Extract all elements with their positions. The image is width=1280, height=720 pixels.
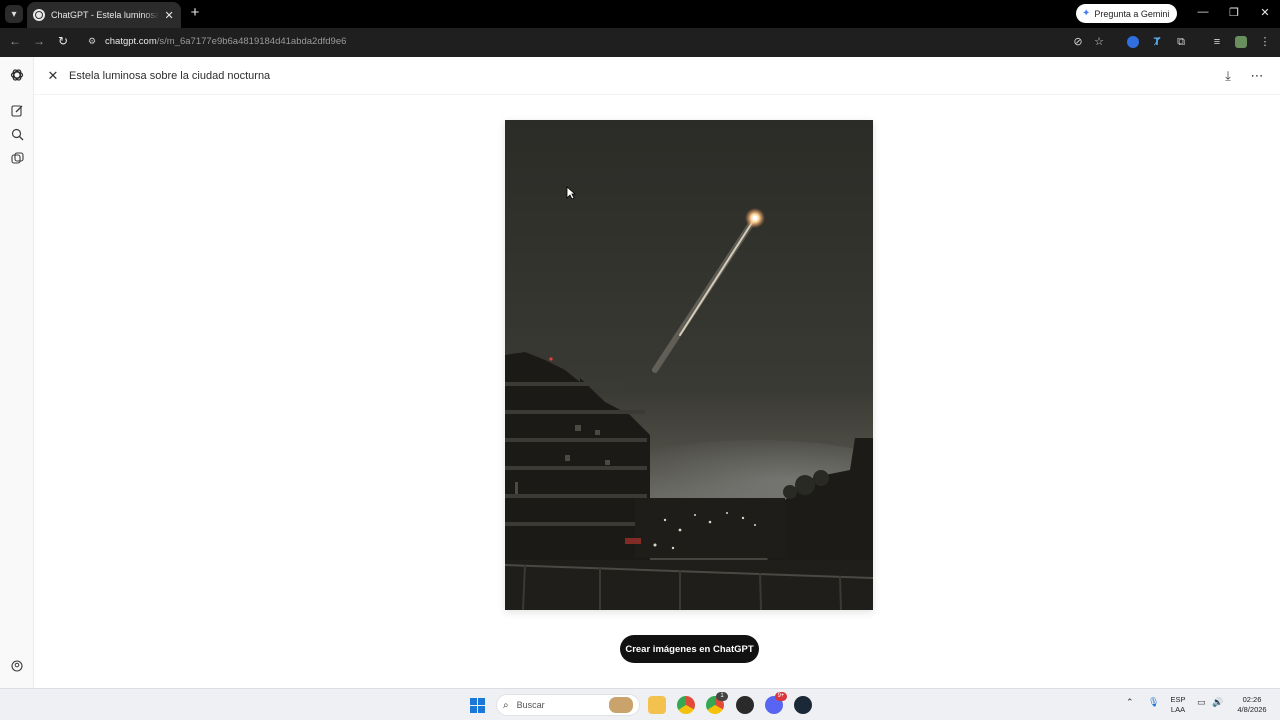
profile-icon[interactable] — [9, 658, 25, 674]
language-top: ESP — [1170, 695, 1186, 704]
chatgpt-favicon-icon — [33, 9, 45, 21]
file-explorer-icon[interactable] — [648, 696, 666, 714]
tab-close-icon[interactable]: ✕ — [163, 9, 175, 22]
ask-gemini-label: Pregunta a Gemini — [1094, 8, 1170, 19]
language-indicator[interactable]: ESP LAA — [1168, 695, 1188, 715]
language-bottom: LAA — [1170, 705, 1186, 714]
clock-time: 02:26 — [1242, 695, 1262, 704]
url-host: chatgpt.com — [105, 36, 157, 47]
search-icon[interactable] — [9, 126, 25, 142]
new-chat-icon[interactable] — [9, 102, 25, 118]
app-dark-icon[interactable] — [736, 696, 754, 714]
more-options-icon[interactable]: ⋯ — [1249, 68, 1265, 84]
new-tab-icon[interactable]: + — [188, 4, 202, 22]
clock-date: 4/8/2026 — [1237, 705, 1267, 714]
site-info-icon[interactable]: ⚙ — [86, 36, 98, 48]
mouse-cursor-icon — [566, 186, 576, 200]
tab-search-menu-icon[interactable]: ▾ — [5, 5, 23, 23]
browser-toolbar: ← → ↻ ⚙ chatgpt.com/s/m_6a7177e9b6a48191… — [0, 28, 1280, 57]
chatgpt-page: ✕ Estela luminosa sobre la ciudad noctur… — [0, 57, 1280, 688]
steam-icon[interactable] — [794, 696, 812, 714]
ask-gemini-button[interactable]: ✦ Pregunta a Gemini — [1076, 4, 1178, 23]
gemini-sparkle-icon: ✦ — [1082, 8, 1091, 19]
taskbar-search-input[interactable]: ⌕ Buscar — [496, 694, 640, 716]
search-icon: ⌕ — [503, 699, 509, 711]
clock[interactable]: 02:26 4/8/2026 — [1232, 695, 1272, 715]
discord-badge: 9+ — [775, 692, 787, 701]
media-queue-icon[interactable]: ≡ — [1209, 34, 1225, 50]
extensions-puzzle-icon[interactable]: ⧉ — [1173, 34, 1189, 50]
volume-icon[interactable]: 🔊 — [1212, 697, 1223, 708]
windows-start-icon[interactable] — [470, 698, 485, 713]
url-path: /s/m_6a7177e9b6a4819184d41abda2dfd9e6 — [156, 36, 347, 47]
image-title: Estela luminosa sobre la ciudad nocturna — [69, 70, 271, 82]
extension-blue-icon[interactable] — [1127, 36, 1139, 48]
forward-icon[interactable]: → — [31, 34, 47, 48]
tab-title: ChatGPT - Estela luminosa sobre la ciuda… — [51, 10, 160, 20]
windows-taskbar: ⌕ Buscar 1 9+ ⌃ 🎙 ESP LAA ▭ 🔊 02:26 4/8/… — [0, 688, 1280, 720]
browser-menu-icon[interactable]: ⋮ — [1257, 34, 1273, 50]
translate-extension-icon[interactable]: Ⱦ — [1149, 34, 1165, 50]
microphone-icon[interactable]: 🎙 — [1148, 697, 1159, 708]
chrome-badge: 1 — [716, 692, 728, 701]
chatgpt-logo-icon[interactable] — [9, 67, 25, 83]
sidebar — [0, 57, 34, 688]
restore-icon[interactable]: ❐ — [1227, 6, 1241, 19]
address-bar[interactable]: chatgpt.com/s/m_6a7177e9b6a4819184d41abd… — [105, 36, 346, 47]
active-tab[interactable]: ChatGPT - Estela luminosa sobre la ciuda… — [27, 2, 181, 28]
minimize-icon[interactable]: — — [1196, 6, 1210, 18]
download-icon[interactable]: ⤓ — [1220, 68, 1236, 84]
shield-extension-icon[interactable] — [1235, 36, 1247, 48]
chrome-icon[interactable] — [677, 696, 695, 714]
bookmark-star-icon[interactable]: ☆ — [1091, 34, 1107, 50]
image-viewer-header: ✕ Estela luminosa sobre la ciudad noctur… — [34, 57, 1280, 95]
taskbar-search-placeholder: Buscar — [516, 700, 545, 710]
network-icon[interactable]: ▭ — [1197, 697, 1206, 708]
back-icon[interactable]: ← — [7, 34, 23, 48]
browser-tab-strip: ▾ ChatGPT - Estela luminosa sobre la ciu… — [0, 0, 1280, 28]
window-close-icon[interactable]: ✕ — [1258, 6, 1272, 19]
tray-overflow-icon[interactable]: ⌃ — [1126, 697, 1134, 708]
images-icon[interactable] — [9, 150, 25, 166]
close-viewer-icon[interactable]: ✕ — [46, 69, 60, 83]
search-highlight-icon — [609, 697, 633, 713]
generated-image — [505, 120, 873, 610]
eye-off-icon[interactable]: ⊘ — [1070, 34, 1086, 50]
reload-icon[interactable]: ↻ — [55, 34, 71, 48]
create-images-button[interactable]: Crear imágenes en ChatGPT — [620, 635, 759, 663]
